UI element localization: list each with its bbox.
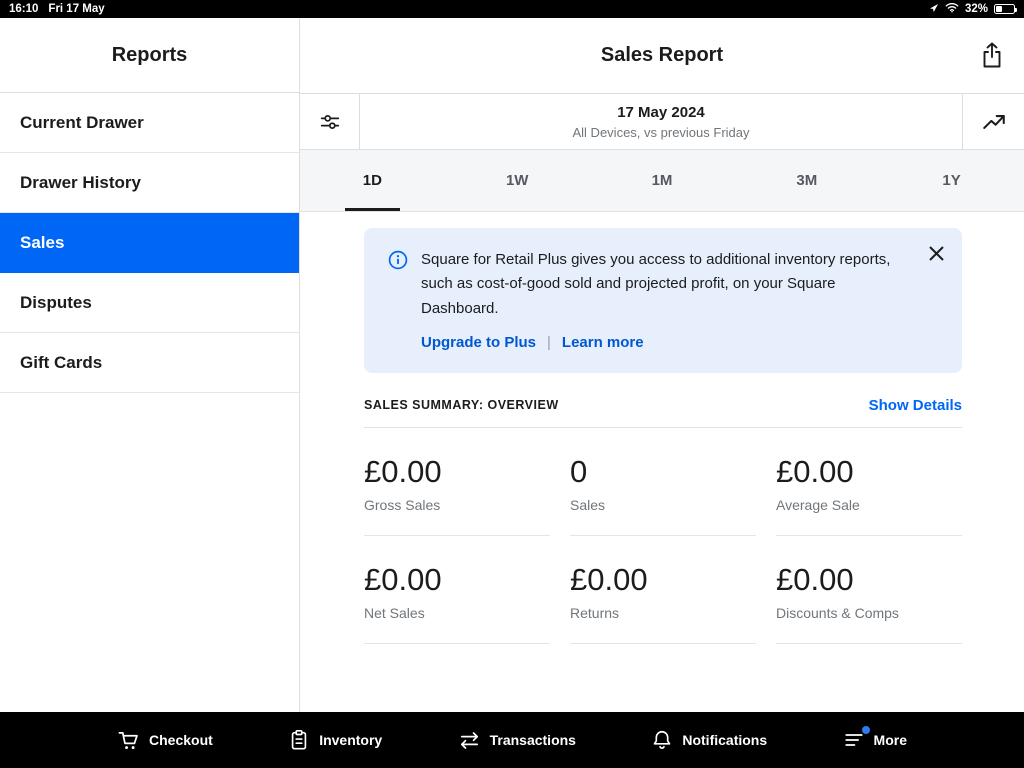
sidebar-item-disputes[interactable]: Disputes [0,273,299,333]
cart-icon [117,729,140,752]
clipboard-icon [288,729,310,751]
trend-chart-icon[interactable] [962,94,1024,149]
sales-report-main: Sales Report [300,18,1024,712]
tab-label: 3M [778,150,835,211]
page-title: Sales Report [601,44,723,67]
nav-item-inventory[interactable]: Inventory [288,729,382,751]
sidebar-item-current-drawer[interactable]: Current Drawer [0,93,299,153]
stat-value: 0 [570,454,756,490]
reports-sidebar: Reports Current Drawer Drawer History Sa… [0,18,300,712]
learn-more-link[interactable]: Learn more [562,334,644,351]
bottom-nav: Checkout Inventory [0,712,1024,768]
sidebar-item-label: Current Drawer [20,113,144,133]
sidebar-item-drawer-history[interactable]: Drawer History [0,153,299,213]
retail-plus-banner: Square for Retail Plus gives you access … [364,228,962,373]
stat-value: £0.00 [364,454,550,490]
stat-label: Sales [570,497,756,513]
upgrade-to-plus-link[interactable]: Upgrade to Plus [421,334,536,351]
report-content: Square for Retail Plus gives you access … [300,212,1024,712]
tab-1m[interactable]: 1M [590,150,735,211]
nav-label: Inventory [319,732,382,748]
tab-3m[interactable]: 3M [734,150,879,211]
banner-links: Upgrade to Plus | Learn more [421,334,912,351]
sidebar-item-sales[interactable]: Sales [0,213,299,273]
banner-message: Square for Retail Plus gives you access … [421,248,901,321]
nav-label: Checkout [149,732,213,748]
status-left: 16:10 Fri 17 May [9,3,105,15]
stat-value: £0.00 [776,562,962,598]
report-filter-bar: 17 May 2024 All Devices, vs previous Fri… [300,93,1024,150]
more-lines-icon [843,729,865,751]
nav-label: Notifications [682,732,767,748]
sales-summary-header: SALES SUMMARY: OVERVIEW Show Details [364,397,962,428]
show-details-link[interactable]: Show Details [869,397,962,414]
more-badge [861,725,871,735]
sidebar-item-label: Gift Cards [20,353,102,373]
wifi-icon [945,2,959,16]
tab-1y[interactable]: 1Y [879,150,1024,211]
sidebar-item-label: Disputes [20,293,92,313]
tab-1d[interactable]: 1D [300,150,445,211]
battery-percent: 32% [965,3,988,15]
status-right: 32% [929,2,1015,16]
main-header: Sales Report [300,18,1024,93]
stat-discounts-comps: £0.00 Discounts & Comps [776,562,962,644]
tab-1w[interactable]: 1W [445,150,590,211]
stat-returns: £0.00 Returns [570,562,756,644]
stat-label: Average Sale [776,497,962,513]
status-date: Fri 17 May [48,3,104,15]
sidebar-title: Reports [0,18,299,93]
selected-date: 17 May 2024 [617,104,705,121]
sidebar-item-gift-cards[interactable]: Gift Cards [0,333,299,393]
tab-label: 1W [488,150,547,211]
link-separator: | [547,334,551,351]
battery-icon [994,4,1015,14]
status-bar: 16:10 Fri 17 May 32% [0,0,1024,18]
close-icon[interactable] [929,246,944,264]
stat-average-sale: £0.00 Average Sale [776,454,962,536]
nav-item-more[interactable]: More [843,729,907,751]
share-icon[interactable] [980,42,1004,71]
nav-item-notifications[interactable]: Notifications [651,729,767,751]
nav-label: Transactions [490,732,576,748]
status-time: 16:10 [9,3,38,15]
filter-sliders-icon[interactable] [300,94,360,149]
stat-net-sales: £0.00 Net Sales [364,562,550,644]
stat-label: Gross Sales [364,497,550,513]
square-retail-app: 16:10 Fri 17 May 32% Reports [0,0,1024,768]
period-tabs: 1D 1W 1M 3M 1Y [300,150,1024,212]
bell-icon [651,729,673,751]
stat-value: £0.00 [776,454,962,490]
stat-label: Net Sales [364,605,550,621]
tab-label: 1M [634,150,691,211]
stat-value: £0.00 [364,562,550,598]
transfer-arrows-icon [458,729,481,752]
summary-section-title: SALES SUMMARY: OVERVIEW [364,398,559,412]
tab-label: 1Y [924,150,978,211]
stat-value: £0.00 [570,562,756,598]
sidebar-item-label: Sales [20,233,64,253]
summary-stats-grid: £0.00 Gross Sales 0 Sales £0.00 Average … [364,454,962,644]
info-icon [388,250,408,351]
stat-gross-sales: £0.00 Gross Sales [364,454,550,536]
date-range-selector[interactable]: 17 May 2024 All Devices, vs previous Fri… [360,94,962,149]
stat-label: Returns [570,605,756,621]
nav-label: More [874,732,907,748]
sidebar-item-label: Drawer History [20,173,141,193]
stat-label: Discounts & Comps [776,605,962,621]
location-arrow-icon [929,3,939,16]
banner-body: Square for Retail Plus gives you access … [421,248,940,351]
filter-subtitle: All Devices, vs previous Friday [573,125,750,140]
tab-label: 1D [345,150,400,211]
stat-sales-count: 0 Sales [570,454,756,536]
nav-item-transactions[interactable]: Transactions [458,729,576,752]
nav-item-checkout[interactable]: Checkout [117,729,213,752]
